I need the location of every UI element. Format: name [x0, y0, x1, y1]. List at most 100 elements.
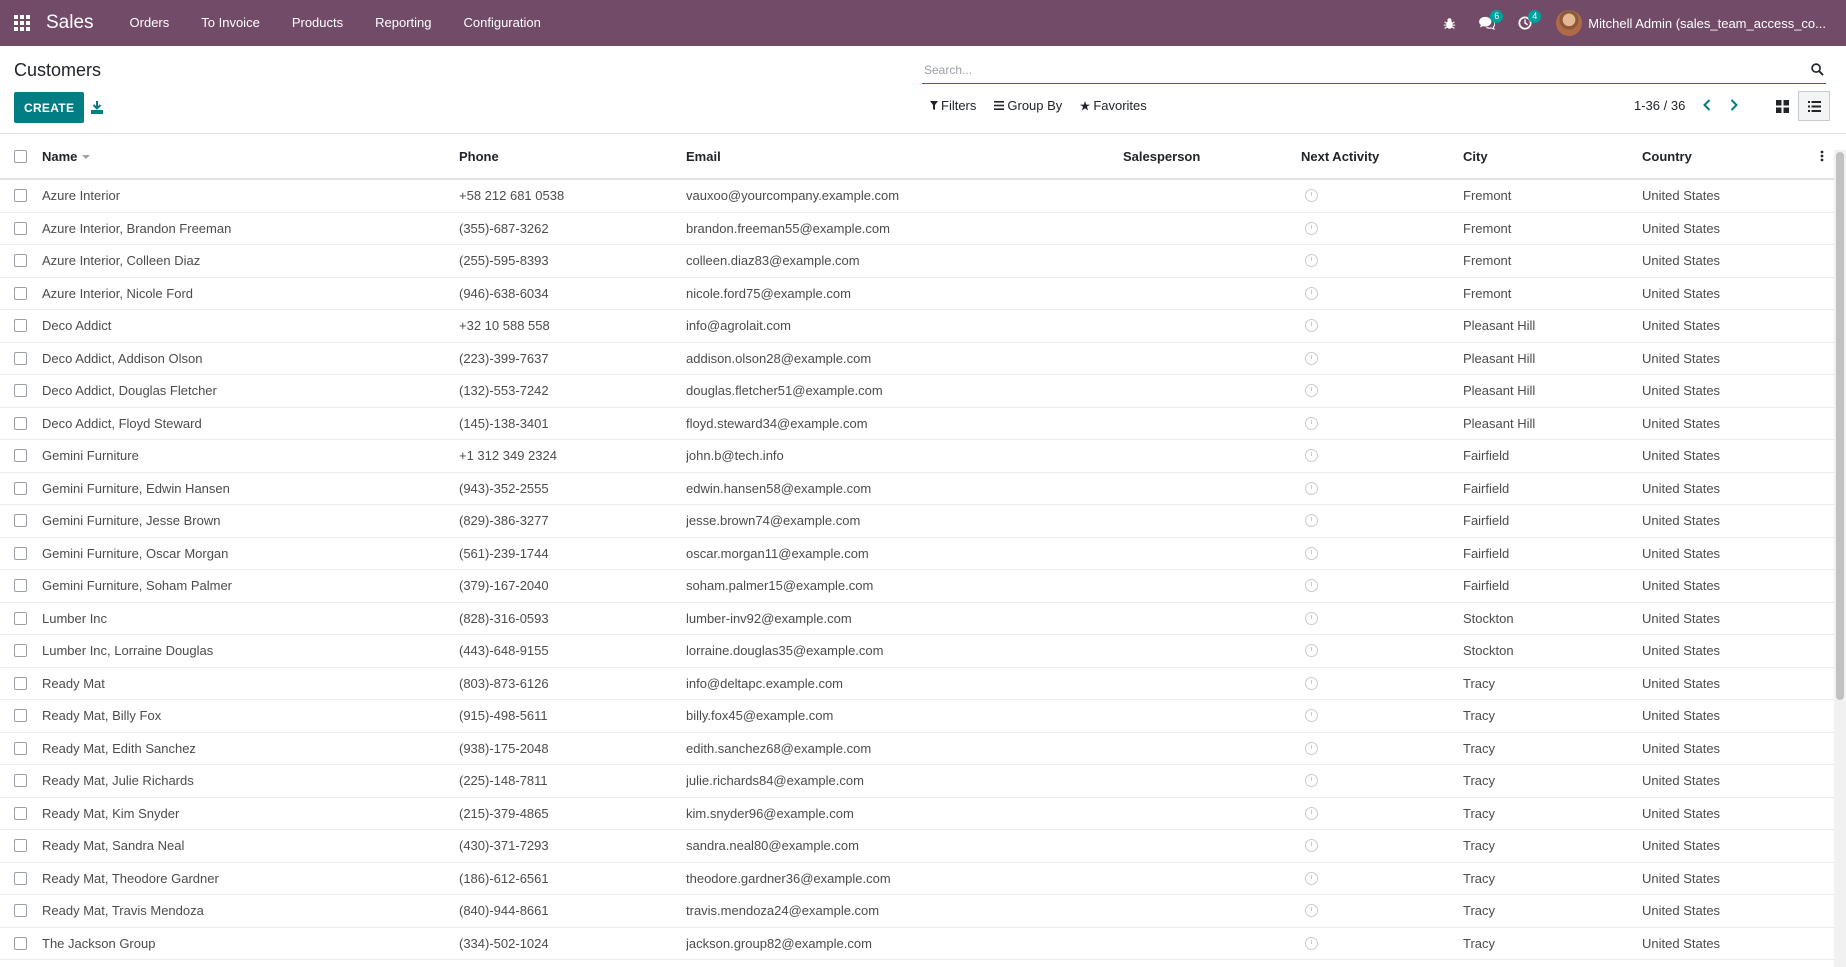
header-salesperson[interactable]: Salesperson	[1123, 149, 1293, 164]
cell-phone[interactable]: (145)-138-3401	[459, 416, 679, 431]
cell-email[interactable]: brandon.freeman55@example.com	[686, 221, 1116, 236]
vertical-scrollbar[interactable]	[1834, 150, 1846, 967]
cell-phone[interactable]: (334)-502-1024	[459, 936, 679, 951]
menu-item-to-invoice[interactable]: To Invoice	[185, 0, 276, 46]
table-row[interactable]: Gemini Furniture +1 312 349 2324 john.b@te…	[0, 440, 1834, 473]
cell-name[interactable]: Ready Mat, Julie Richards	[42, 773, 442, 788]
cell-city[interactable]: Pleasant Hill	[1463, 416, 1633, 431]
activity-clock-icon[interactable]	[1305, 449, 1318, 463]
table-row[interactable]: Gemini Furniture, Soham Palmer (379)-167-…	[0, 570, 1834, 603]
cell-phone[interactable]: (355)-687-3262	[459, 221, 679, 236]
cell-country[interactable]: United States	[1642, 513, 1822, 528]
table-row[interactable]: Ready Mat, Kim Snyder (215)-379-4865 kim.s…	[0, 798, 1834, 830]
cell-country[interactable]: United States	[1642, 903, 1822, 918]
cell-name[interactable]: Ready Mat, Billy Fox	[42, 708, 442, 723]
cell-country[interactable]: United States	[1642, 546, 1822, 561]
cell-name[interactable]: Ready Mat, Theodore Gardner	[42, 871, 442, 886]
row-checkbox[interactable]	[14, 254, 27, 268]
header-city[interactable]: City	[1463, 149, 1633, 164]
group-by-button[interactable]: Group By	[994, 98, 1062, 113]
cell-country[interactable]: United States	[1642, 481, 1822, 496]
cell-email[interactable]: soham.palmer15@example.com	[686, 578, 1116, 593]
activity-clock-icon[interactable]	[1305, 709, 1318, 723]
cell-city[interactable]: Fairfield	[1463, 546, 1633, 561]
activity-clock-icon[interactable]	[1305, 774, 1318, 788]
scrollbar-thumb[interactable]	[1836, 152, 1844, 700]
activity-clock-icon[interactable]	[1305, 644, 1318, 658]
menu-item-reporting[interactable]: Reporting	[359, 0, 447, 46]
header-phone[interactable]: Phone	[459, 149, 679, 164]
menu-item-products[interactable]: Products	[276, 0, 359, 46]
kanban-view-icon[interactable]	[1766, 91, 1798, 121]
cell-phone[interactable]: (840)-944-8661	[459, 903, 679, 918]
cell-country[interactable]: United States	[1642, 416, 1822, 431]
cell-city[interactable]: Stockton	[1463, 643, 1633, 658]
create-button[interactable]: CREATE	[14, 92, 85, 123]
activity-clock-icon[interactable]	[1305, 546, 1318, 560]
activity-clock-icon[interactable]	[1305, 416, 1318, 430]
row-checkbox[interactable]	[14, 384, 27, 398]
cell-phone[interactable]: (803)-873-6126	[459, 676, 679, 691]
cell-country[interactable]: United States	[1642, 286, 1822, 301]
cell-phone[interactable]: (443)-648-9155	[459, 643, 679, 658]
activity-clock-icon[interactable]	[1305, 871, 1318, 885]
cell-name[interactable]: Gemini Furniture, Edwin Hansen	[42, 481, 442, 496]
header-name[interactable]: Name	[42, 149, 442, 164]
cell-country[interactable]: United States	[1642, 383, 1822, 398]
row-checkbox[interactable]	[14, 936, 27, 950]
cell-city[interactable]: Fremont	[1463, 286, 1633, 301]
cell-email[interactable]: oscar.morgan11@example.com	[686, 546, 1116, 561]
cell-city[interactable]: Fairfield	[1463, 448, 1633, 463]
activity-clock-icon[interactable]	[1305, 579, 1318, 593]
row-checkbox[interactable]	[14, 416, 27, 430]
cell-city[interactable]: Fairfield	[1463, 481, 1633, 496]
select-all-checkbox[interactable]	[14, 149, 27, 163]
row-checkbox[interactable]	[14, 546, 27, 560]
table-row[interactable]: Ready Mat, Theodore Gardner (186)-612-656…	[0, 863, 1834, 895]
cell-country[interactable]: United States	[1642, 221, 1822, 236]
cell-phone[interactable]: (946)-638-6034	[459, 286, 679, 301]
cell-phone[interactable]: (132)-553-7242	[459, 383, 679, 398]
cell-country[interactable]: United States	[1642, 936, 1822, 951]
table-row[interactable]: Azure Interior, Colleen Diaz (255)-595-83…	[0, 245, 1834, 278]
cell-email[interactable]: julie.richards84@example.com	[686, 773, 1116, 788]
download-icon[interactable]	[88, 92, 106, 123]
activity-clock-icon[interactable]	[1305, 286, 1318, 300]
cell-email[interactable]: edith.sanchez68@example.com	[686, 741, 1116, 756]
row-checkbox[interactable]	[14, 806, 27, 820]
cell-phone[interactable]: (828)-316-0593	[459, 611, 679, 626]
cell-email[interactable]: john.b@tech.info	[686, 448, 1116, 463]
cell-country[interactable]: United States	[1642, 708, 1822, 723]
cell-email[interactable]: theodore.gardner36@example.com	[686, 871, 1116, 886]
cell-email[interactable]: edwin.hansen58@example.com	[686, 481, 1116, 496]
cell-email[interactable]: nicole.ford75@example.com	[686, 286, 1116, 301]
cell-name[interactable]: Ready Mat, Travis Mendoza	[42, 903, 442, 918]
cell-country[interactable]: United States	[1642, 578, 1822, 593]
cell-name[interactable]: Ready Mat, Sandra Neal	[42, 838, 442, 853]
cell-country[interactable]: United States	[1642, 773, 1822, 788]
table-row[interactable]: Gemini Furniture, Jesse Brown (829)-386-3…	[0, 505, 1834, 538]
row-checkbox[interactable]	[14, 904, 27, 918]
row-checkbox[interactable]	[14, 644, 27, 658]
cell-name[interactable]: Gemini Furniture, Soham Palmer	[42, 578, 442, 593]
pager-previous-icon[interactable]	[1698, 96, 1716, 114]
cell-email[interactable]: billy.fox45@example.com	[686, 708, 1116, 723]
activity-clock-icon[interactable]	[1305, 904, 1318, 918]
cell-city[interactable]: Fairfield	[1463, 578, 1633, 593]
cell-name[interactable]: Deco Addict, Addison Olson	[42, 351, 442, 366]
table-row[interactable]: Ready Mat, Billy Fox (915)-498-5611 billy.…	[0, 700, 1834, 733]
filters-button[interactable]: Filters	[930, 98, 976, 113]
cell-country[interactable]: United States	[1642, 806, 1822, 821]
row-checkbox[interactable]	[14, 189, 27, 203]
cell-country[interactable]: United States	[1642, 676, 1822, 691]
cell-name[interactable]: Lumber Inc	[42, 611, 442, 626]
cell-phone[interactable]: +32 10 588 558	[459, 318, 679, 333]
row-checkbox[interactable]	[14, 481, 27, 495]
row-checkbox[interactable]	[14, 286, 27, 300]
row-checkbox[interactable]	[14, 676, 27, 690]
cell-phone[interactable]: (255)-595-8393	[459, 253, 679, 268]
activity-clock-icon[interactable]	[1305, 676, 1318, 690]
activity-clock-icon[interactable]	[1305, 936, 1318, 950]
row-checkbox[interactable]	[14, 449, 27, 463]
activity-clock-icon[interactable]	[1305, 481, 1318, 495]
